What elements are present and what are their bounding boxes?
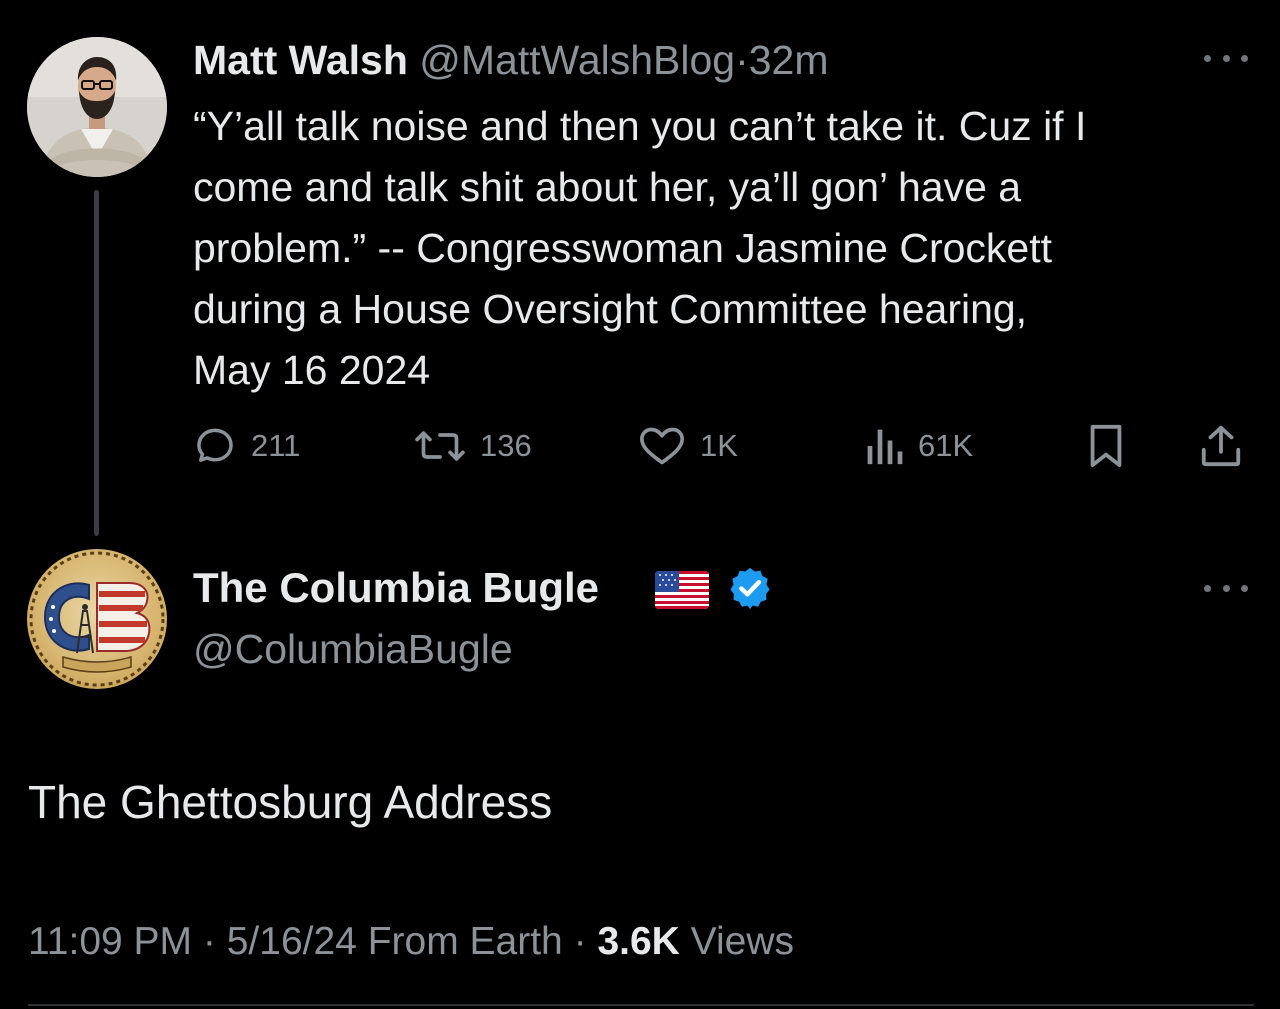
tweet-views-label: Views (690, 920, 794, 963)
us-flag-icon (655, 571, 709, 614)
like-button[interactable]: 1K (638, 424, 738, 468)
parent-tweet-time[interactable]: 32m (749, 37, 829, 83)
tweet-source: From Earth (367, 920, 563, 963)
parent-author-handle[interactable]: @MattWalshBlog (419, 37, 735, 83)
more-options-icon-2[interactable] (1204, 580, 1248, 596)
bookmark-button[interactable] (1086, 424, 1126, 468)
parent-author-name[interactable]: Matt Walsh (193, 37, 408, 83)
meta-separator-2: · (573, 920, 587, 963)
columbia-bugle-avatar[interactable] (27, 549, 167, 689)
main-tweet-text: The Ghettosburg Address (28, 776, 553, 828)
tweet-views-count[interactable]: 3.6K (597, 920, 679, 963)
repost-button[interactable]: 136 (414, 424, 532, 468)
meta-separator-1: · (202, 920, 216, 963)
columbia-bugle-logo (29, 551, 165, 687)
person-avatar-image (27, 37, 167, 177)
reply-count: 211 (251, 428, 301, 463)
heart-icon (639, 427, 684, 465)
main-author-handle[interactable]: @ColumbiaBugle (193, 624, 513, 674)
header-separator: · (735, 37, 749, 83)
matt-walsh-avatar[interactable] (27, 37, 167, 177)
views-button[interactable]: 61K (864, 424, 973, 468)
more-options-icon[interactable] (1204, 50, 1248, 66)
share-button[interactable] (1198, 424, 1244, 468)
main-author-name[interactable]: The Columbia Bugle (193, 563, 599, 613)
like-count: 1K (700, 428, 738, 463)
views-count: 61K (918, 428, 974, 463)
share-icon (1201, 425, 1241, 467)
bottom-divider (28, 1004, 1254, 1006)
repost-icon (415, 431, 465, 461)
bookmark-icon (1090, 424, 1122, 468)
thread-connector-line (94, 190, 99, 536)
reply-button[interactable]: 211 (193, 424, 300, 468)
reply-icon (197, 428, 233, 462)
tweet-meta: 11:09 PM · 5/16/24 From Earth · 3.6K Vie… (28, 916, 794, 968)
repost-count: 136 (480, 428, 532, 463)
tweet-time[interactable]: 11:09 PM (28, 920, 192, 963)
verified-badge-icon[interactable] (727, 565, 773, 616)
tweet-date[interactable]: 5/16/24 (227, 920, 357, 963)
parent-tweet-header: Matt Walsh @MattWalshBlog·32m (193, 36, 829, 84)
parent-tweet-text: “Y’all talk noise and then you can’t tak… (193, 103, 1087, 393)
analytics-icon (867, 429, 903, 465)
